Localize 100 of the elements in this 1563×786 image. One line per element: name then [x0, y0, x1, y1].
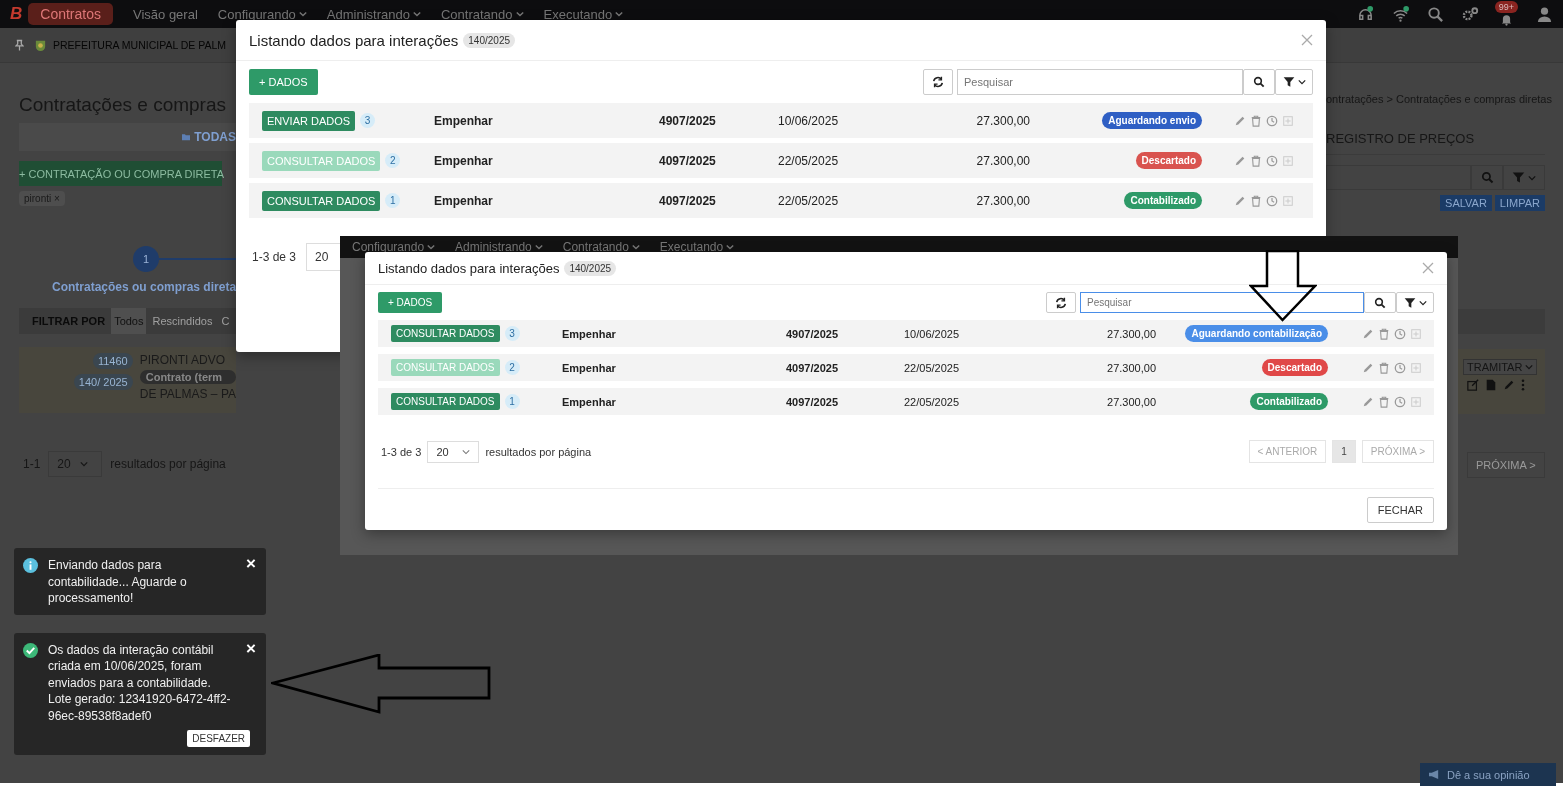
- next-page-button[interactable]: PRÓXIMA >: [1467, 452, 1545, 478]
- filter-option[interactable]: Todos: [111, 308, 147, 334]
- clock-icon[interactable]: [1266, 154, 1278, 167]
- search-field[interactable]: Pesquisar: [1080, 292, 1364, 313]
- pin-icon[interactable]: [15, 39, 24, 51]
- result-range: 1-3 de 3: [252, 250, 297, 264]
- megaphone-icon[interactable]: [1428, 769, 1441, 780]
- count-badge: 2: [385, 153, 401, 168]
- nav-menu-item[interactable]: Contratando: [440, 6, 513, 22]
- close-button[interactable]: ×: [246, 557, 256, 571]
- caret-icon[interactable]: [1418, 299, 1427, 306]
- document-number: 4097/2025: [659, 153, 717, 168]
- count-badge: 3: [360, 113, 376, 128]
- clear-button[interactable]: LIMPAR: [1494, 195, 1545, 211]
- row-action-button[interactable]: CONSULTAR DADOS: [262, 190, 381, 211]
- nav-menu-item[interactable]: Configurando: [352, 240, 436, 254]
- more-icon[interactable]: [1521, 379, 1525, 391]
- plus-square-icon[interactable]: [1282, 194, 1294, 207]
- modal-title: Listando dados para interações: [378, 260, 560, 276]
- close-button[interactable]: ×: [246, 641, 256, 656]
- pencil-icon[interactable]: [1362, 361, 1374, 374]
- status-badge: Aguardando contabilização: [1185, 325, 1328, 342]
- nav-menu-item[interactable]: Visão geral: [133, 6, 198, 22]
- search-icon[interactable]: [1374, 296, 1386, 309]
- row-action-button[interactable]: CONSULTAR DADOS: [391, 393, 500, 410]
- plus-square-icon[interactable]: [1410, 395, 1422, 408]
- amount-cell-text: 27.300,00: [975, 113, 1030, 128]
- filter-option[interactable]: Rescindidos: [149, 308, 216, 334]
- trash-icon[interactable]: [1378, 327, 1390, 340]
- document-icon[interactable]: [1485, 379, 1497, 391]
- wifi-icon[interactable]: [1391, 5, 1409, 23]
- app-logo[interactable]: B: [10, 4, 23, 24]
- filter-icon[interactable]: [1282, 76, 1295, 88]
- filter-icon[interactable]: [1403, 296, 1416, 309]
- down-arrow: [1249, 250, 1317, 322]
- filter-option[interactable]: C: [218, 308, 233, 334]
- search-field[interactable]: [1326, 165, 1471, 190]
- pencil-icon[interactable]: [1234, 114, 1246, 127]
- nav-menu-item[interactable]: Configurando: [217, 6, 296, 22]
- refresh-button[interactable]: [1046, 292, 1076, 313]
- add-data-button[interactable]: + DADOS: [378, 292, 443, 313]
- plus-square-icon[interactable]: [1410, 361, 1422, 374]
- save-button[interactable]: SALVAR: [1440, 195, 1492, 211]
- pencil-icon[interactable]: [1362, 395, 1374, 408]
- plus-square-icon[interactable]: [1282, 154, 1294, 167]
- status-badge: Contabilizado: [1250, 393, 1328, 410]
- pencil-icon[interactable]: [1503, 379, 1515, 391]
- clock-icon[interactable]: [1266, 194, 1278, 207]
- refresh-icon[interactable]: [1055, 296, 1067, 309]
- folder-tab[interactable]: TODAS: [194, 130, 236, 144]
- contract-badge: 140/2025: [463, 32, 516, 48]
- close-icon[interactable]: [1422, 262, 1434, 274]
- headset-icon[interactable]: [1356, 5, 1374, 23]
- nav-menu-item[interactable]: Executando: [659, 240, 735, 254]
- caret-icon[interactable]: [1297, 79, 1306, 85]
- clock-icon[interactable]: [1266, 114, 1278, 127]
- nav-menu-item[interactable]: Contratando: [562, 240, 640, 254]
- feedback-button[interactable]: Dê a sua opinião: [1420, 763, 1556, 786]
- trash-icon[interactable]: [1250, 194, 1262, 207]
- operation-type: Empenhar: [562, 395, 617, 408]
- row-action-button[interactable]: CONSULTAR DADOS: [391, 325, 500, 342]
- amount-cell-text: 27.300,00: [1106, 327, 1156, 340]
- app-name-button[interactable]: Contratos: [28, 3, 113, 25]
- pencil-icon[interactable]: [1234, 194, 1246, 207]
- page-number-button[interactable]: 1: [1332, 440, 1356, 463]
- pencil-icon[interactable]: [1234, 154, 1246, 167]
- plus-square-icon[interactable]: [1282, 114, 1294, 127]
- undo-button[interactable]: DESFAZER: [187, 730, 251, 747]
- new-contract-button[interactable]: + CONTRATAÇÃO OU COMPRA DIRETA: [19, 161, 222, 186]
- modal-title: Listando dados para interações: [249, 31, 459, 49]
- clock-icon[interactable]: [1394, 395, 1406, 408]
- close-icon[interactable]: [1301, 34, 1313, 46]
- nav-menu-item[interactable]: Administrando: [326, 6, 410, 22]
- next-page-button[interactable]: PRÓXIMA >: [1361, 440, 1434, 463]
- trash-icon[interactable]: [1250, 114, 1262, 127]
- nav-menu-item[interactable]: Administrando: [455, 240, 543, 254]
- pencil-icon[interactable]: [1362, 327, 1374, 340]
- search-icon[interactable]: [1253, 76, 1265, 88]
- refresh-icon[interactable]: [932, 76, 944, 88]
- row-action-button[interactable]: ENVIAR DADOS: [262, 110, 356, 131]
- trash-icon[interactable]: [1378, 361, 1390, 374]
- plus-square-icon[interactable]: [1410, 327, 1422, 340]
- trash-icon[interactable]: [1250, 154, 1262, 167]
- add-data-button[interactable]: + DADOS: [249, 69, 318, 95]
- close-button[interactable]: FECHAR: [1366, 497, 1434, 523]
- settings-icon[interactable]: [1461, 5, 1479, 23]
- check-icon: [23, 642, 38, 658]
- refresh-button[interactable]: [923, 69, 953, 95]
- nav-menu-item[interactable]: Executando: [543, 6, 613, 22]
- edit-icon[interactable]: [1467, 379, 1479, 391]
- amount-cell-text: 27.300,00: [1106, 395, 1156, 408]
- document-number: 4097/2025: [786, 395, 839, 408]
- clock-icon[interactable]: [1394, 361, 1406, 374]
- page-size-select[interactable]: 20: [427, 440, 480, 463]
- trash-icon[interactable]: [1378, 395, 1390, 408]
- user-icon[interactable]: [1536, 5, 1553, 23]
- clock-icon[interactable]: [1394, 327, 1406, 340]
- operation-type: Empenhar: [562, 327, 617, 340]
- status-badge: Descartado: [1261, 359, 1328, 376]
- previous-page-button[interactable]: < ANTERIOR: [1248, 440, 1327, 463]
